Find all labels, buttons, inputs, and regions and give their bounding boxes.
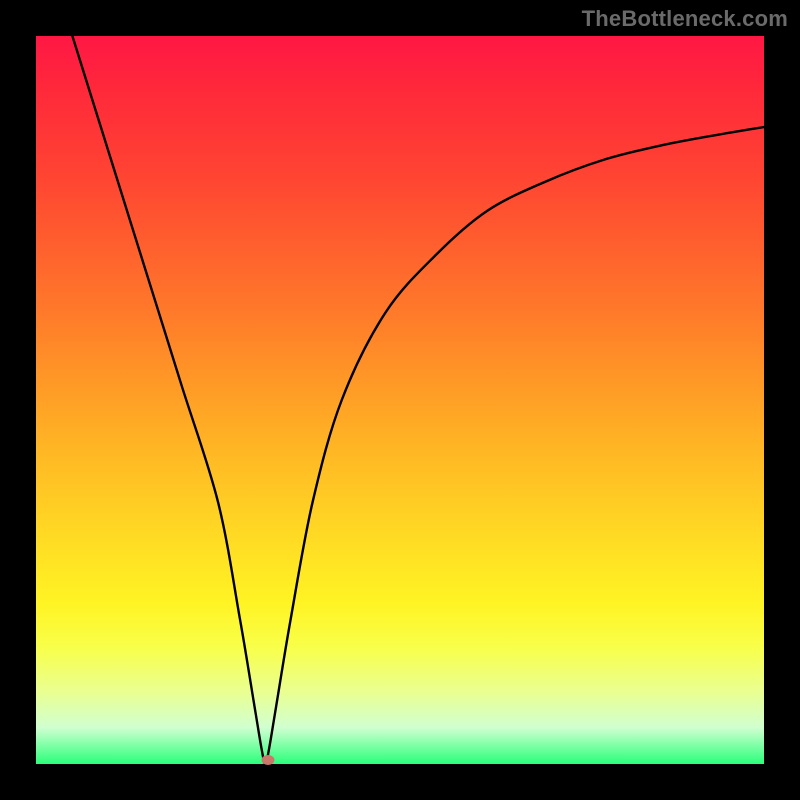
bottleneck-curve — [72, 36, 764, 764]
plot-area — [36, 36, 764, 764]
curve-svg — [36, 36, 764, 764]
watermark-text: TheBottleneck.com — [582, 6, 788, 32]
chart-frame: TheBottleneck.com — [0, 0, 800, 800]
minimum-marker — [261, 755, 274, 765]
